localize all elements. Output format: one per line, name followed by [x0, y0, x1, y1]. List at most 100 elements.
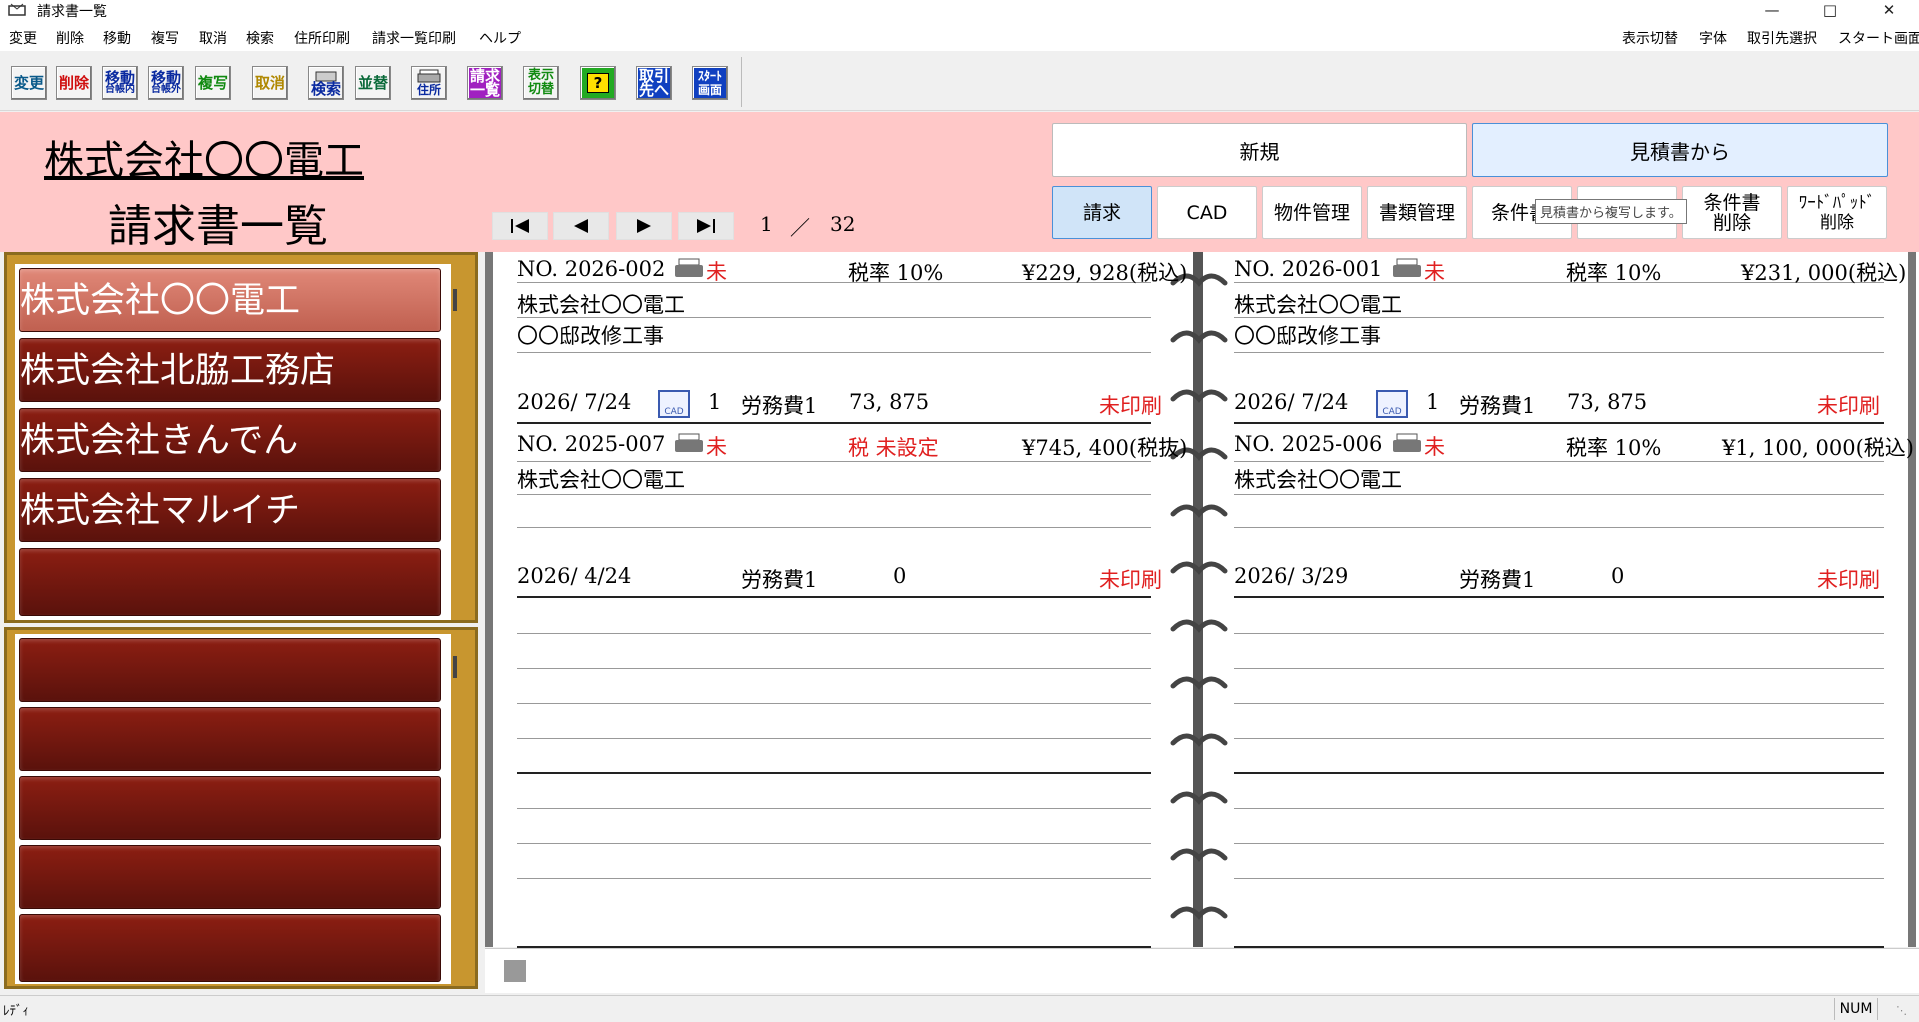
menu-display-toggle[interactable]: 表示切替 [1622, 28, 1678, 48]
prev-page-button[interactable] [553, 212, 609, 240]
invoice-3-date: 2026/ 4/24 [517, 564, 632, 588]
client-book-7[interactable] [19, 707, 441, 771]
invoice-1-number[interactable]: NO. 2026-002 [517, 257, 665, 281]
menu-invoice-list-print[interactable]: 請求一覧印刷 [372, 28, 456, 48]
from-estimate-button[interactable]: 見積書から [1472, 123, 1888, 177]
toolbar-sublabel: 先へ [638, 81, 669, 99]
cad-icon[interactable]: CAD [658, 390, 690, 418]
menu-copy[interactable]: 複写 [151, 28, 179, 48]
client-book-1[interactable]: 株式会社〇〇電工 [19, 268, 441, 332]
delete-conditions-button[interactable]: 条件書 削除 [1682, 186, 1782, 239]
toolbar-label: 移動 [104, 69, 135, 87]
printer-icon [675, 258, 703, 277]
toolbar-delete-button[interactable]: 削除 [56, 66, 92, 100]
toolbar-to-client-button[interactable]: 取引 先へ [636, 66, 672, 100]
client-book-2[interactable]: 株式会社北脇工務店 [19, 338, 441, 402]
menu-address-print[interactable]: 住所印刷 [294, 28, 350, 48]
ruled-line [517, 738, 1151, 739]
first-page-button[interactable] [492, 212, 548, 240]
invoice-1-count: 1 [708, 390, 722, 414]
toolbar-help-button[interactable]: ? [580, 66, 616, 100]
invoice-2-subject: 〇〇邸改修工事 [1234, 324, 1381, 348]
ruled-line [1234, 843, 1884, 844]
invoice-4-number[interactable]: NO. 2025-006 [1234, 432, 1382, 456]
window-title: 請求書一覧 [37, 4, 107, 20]
toolbar-label: 表示 [527, 68, 554, 83]
menu-search[interactable]: 検索 [246, 28, 274, 48]
next-page-icon [637, 219, 651, 233]
invoice-1-date: 2026/ 7/24 [517, 390, 632, 414]
menu-start-screen[interactable]: スタート画面 [1838, 28, 1919, 48]
toolbar-address-button[interactable]: 住所 [411, 66, 447, 100]
ruled-line [517, 494, 1151, 495]
toolbar-label: 検索 [310, 80, 341, 98]
tab-project-management[interactable]: 物件管理 [1262, 186, 1362, 239]
invoice-2-number[interactable]: NO. 2026-001 [1234, 257, 1382, 281]
invoice-4-tax: 税率 10% [1566, 436, 1662, 460]
toolbar-move-inside-button[interactable]: 移動 台帳内 [102, 66, 138, 100]
section-line [517, 772, 1151, 774]
minimize-button[interactable]: — [1749, 0, 1795, 20]
delete-wordpad-button[interactable]: ﾜｰﾄﾞﾊﾟｯﾄﾞ 削除 [1787, 186, 1887, 239]
toolbar-change-button[interactable]: 変更 [11, 66, 47, 100]
close-button[interactable]: ✕ [1866, 0, 1912, 20]
tab-invoice[interactable]: 請求 [1052, 186, 1152, 239]
help-icon: ? [586, 73, 610, 93]
invoice-4-labor: 労務費1 [1459, 568, 1536, 592]
binder-rings [1170, 273, 1228, 920]
binder-bottom-bar [485, 948, 1919, 993]
invoice-2-date: 2026/ 7/24 [1234, 390, 1349, 414]
status-ready: ﾚﾃﾞｨ [3, 1004, 29, 1019]
page-title: 請求書一覧 [108, 201, 328, 252]
client-book-10[interactable] [19, 914, 441, 982]
bottom-scroll-handle[interactable] [504, 960, 526, 982]
toolbar-move-outside-button[interactable]: 移動 台帳外 [148, 66, 184, 100]
status-bar [0, 995, 1919, 1022]
toolbar-display-toggle-button[interactable]: 表示 切替 [523, 66, 559, 100]
toolbar-copy-button[interactable]: 複写 [195, 66, 231, 100]
invoice-2-labor-amount: 73, 875 [1567, 390, 1648, 414]
menu-change[interactable]: 変更 [9, 28, 37, 48]
next-page-button[interactable] [616, 212, 672, 240]
toolbar-sublabel: 台帳外 [151, 84, 181, 95]
ruled-line [1234, 878, 1884, 879]
new-invoice-button[interactable]: 新規 [1052, 123, 1467, 177]
menu-bar: 変更 削除 移動 複写 取消 検索 住所印刷 請求一覧印刷 ヘルプ 表示切替 字… [0, 20, 1919, 51]
toolbar-cancel-button[interactable]: 取消 [252, 66, 288, 100]
page-separator: ／ [790, 216, 810, 240]
tab-cad[interactable]: CAD [1157, 186, 1257, 239]
client-book-3[interactable]: 株式会社きんでん [19, 408, 441, 472]
last-page-button[interactable] [678, 212, 734, 240]
tab-document-management[interactable]: 書類管理 [1367, 186, 1467, 239]
shelf-top-scrollbar[interactable] [453, 289, 457, 311]
toolbar-sort-button[interactable]: 並替 [355, 66, 391, 100]
maximize-button[interactable]: □ [1807, 0, 1853, 20]
menu-cancel[interactable]: 取消 [199, 28, 227, 48]
toolbar-label: 複写 [197, 74, 228, 92]
menu-delete[interactable]: 削除 [56, 28, 84, 48]
client-book-9[interactable] [19, 845, 441, 909]
last-page-icon [697, 219, 715, 233]
menu-font[interactable]: 字体 [1699, 28, 1727, 48]
toolbar-label: ｽﾀｰﾄ [697, 69, 722, 83]
toolbar-search-button[interactable]: 検索 [308, 66, 344, 100]
client-book-5[interactable] [19, 548, 441, 616]
toolbar-invoice-list-button[interactable]: 請求 一覧 [467, 66, 503, 100]
client-book-8[interactable] [19, 776, 441, 840]
toolbar-sublabel: 画面 [697, 83, 722, 97]
resize-grip-icon[interactable]: ⋱ [1896, 1004, 1912, 1018]
page-total: 32 [830, 212, 856, 236]
shelf-bottom-scrollbar[interactable] [453, 656, 457, 678]
menu-move[interactable]: 移動 [103, 28, 131, 48]
invoice-3-number[interactable]: NO. 2025-007 [517, 432, 665, 456]
section-line [517, 596, 1151, 598]
invoice-2-labor: 労務費1 [1459, 394, 1536, 418]
client-book-4[interactable]: 株式会社マルイチ [19, 478, 441, 542]
cad-icon[interactable]: CAD [1376, 390, 1408, 418]
status-num: NUM [1834, 998, 1878, 1020]
menu-help[interactable]: ヘルプ [479, 28, 521, 48]
client-book-6[interactable] [19, 638, 441, 702]
printer-icon [1393, 433, 1421, 452]
menu-client-select[interactable]: 取引先選択 [1747, 28, 1817, 48]
toolbar-start-screen-button[interactable]: ｽﾀｰﾄ 画面 [692, 66, 728, 100]
